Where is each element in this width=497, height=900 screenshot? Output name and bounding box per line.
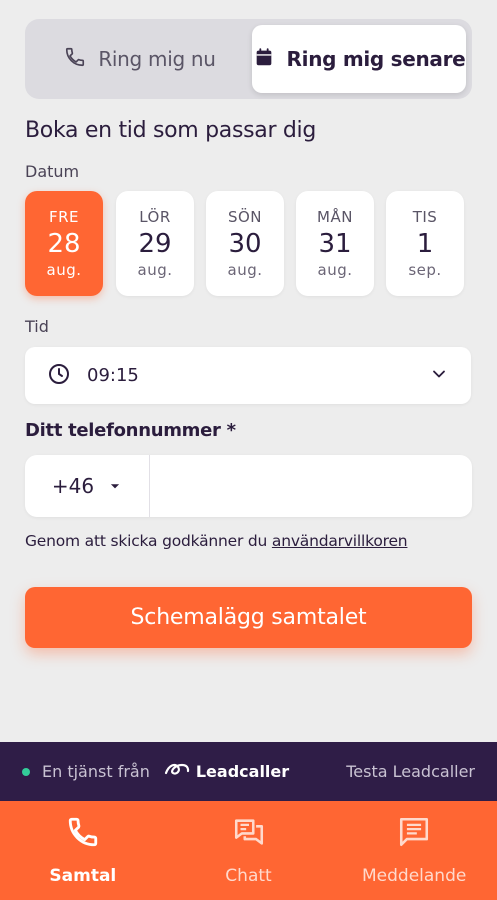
tab-call-later[interactable]: Ring mig senare: [252, 25, 466, 93]
country-code-value: +46: [51, 474, 95, 498]
phone-label: Ditt telefonnummer *: [25, 420, 236, 441]
service-text: En tjänst från: [42, 762, 150, 781]
terms-link[interactable]: användarvillkoren: [272, 532, 408, 550]
time-label: Tid: [25, 317, 49, 336]
date-month: sep.: [408, 261, 442, 279]
clock-icon: [47, 362, 71, 390]
date-weekday: TIS: [412, 208, 438, 226]
date-option-son-30[interactable]: SÖN 30 aug.: [206, 191, 284, 296]
status-dot: [22, 767, 30, 776]
date-label: Datum: [25, 162, 80, 181]
date-weekday: MÅN: [317, 208, 353, 226]
nav-label: Meddelande: [362, 866, 467, 886]
nav-item-chatt[interactable]: Chatt: [166, 801, 332, 900]
calendar-icon: [253, 46, 275, 73]
terms-prefix: Genom att skicka godkänner du: [25, 532, 272, 550]
date-month: aug.: [46, 261, 82, 279]
call-mode-toggle: Ring mig nu Ring mig senare: [25, 19, 472, 99]
nav-item-samtal[interactable]: Samtal: [0, 801, 166, 900]
terms-text: Genom att skicka godkänner du användarvi…: [25, 532, 408, 550]
date-day: 29: [138, 229, 172, 259]
date-option-fre-28[interactable]: FRE 28 aug.: [25, 191, 103, 296]
date-weekday: LÖR: [139, 208, 171, 226]
bottom-nav: Samtal Chatt Meddelande: [0, 801, 497, 900]
date-month: aug.: [137, 261, 173, 279]
date-day: 1: [416, 229, 434, 259]
nav-item-meddelande[interactable]: Meddelande: [331, 801, 497, 900]
date-option-tis-1[interactable]: TIS 1 sep.: [386, 191, 464, 296]
phone-icon: [66, 815, 100, 854]
date-day: 31: [318, 229, 352, 259]
schedule-call-button[interactable]: Schemalägg samtalet: [25, 587, 472, 648]
phone-input[interactable]: [150, 455, 472, 517]
chat-icon: [232, 815, 266, 854]
caret-down-icon: [108, 474, 122, 498]
leadcaller-logo[interactable]: Leadcaller: [164, 761, 289, 783]
phone-field: +46: [25, 455, 472, 517]
tab-call-later-label: Ring mig senare: [286, 47, 466, 71]
date-weekday: FRE: [48, 208, 80, 226]
date-day: 30: [228, 229, 262, 259]
page-title: Boka en tid som passar dig: [25, 118, 317, 143]
country-code-select[interactable]: +46: [25, 455, 150, 517]
tab-call-now-label: Ring mig nu: [98, 47, 216, 71]
chevron-down-icon: [429, 364, 449, 388]
date-option-man-31[interactable]: MÅN 31 aug.: [296, 191, 374, 296]
nav-label: Chatt: [225, 866, 272, 886]
date-picker: FRE 28 aug. LÖR 29 aug. SÖN 30 aug. MÅN …: [25, 191, 472, 296]
date-month: aug.: [227, 261, 263, 279]
leadcaller-logo-icon: [164, 761, 190, 783]
message-icon: [397, 815, 431, 854]
try-leadcaller-link[interactable]: Testa Leadcaller: [346, 762, 475, 781]
phone-icon: [64, 46, 86, 73]
booking-widget: Ring mig nu Ring mig senare Boka en tid …: [0, 0, 497, 742]
date-month: aug.: [317, 261, 353, 279]
time-select[interactable]: 09:15: [25, 347, 471, 404]
date-weekday: SÖN: [227, 208, 263, 226]
date-option-lor-29[interactable]: LÖR 29 aug.: [116, 191, 194, 296]
date-day: 28: [47, 229, 81, 259]
nav-label: Samtal: [49, 866, 117, 886]
leadcaller-brand-name: Leadcaller: [195, 762, 290, 781]
powered-by-bar: En tjänst från Leadcaller Testa Leadcall…: [0, 742, 497, 801]
tab-call-now[interactable]: Ring mig nu: [31, 25, 249, 93]
time-value: 09:15: [87, 365, 139, 386]
